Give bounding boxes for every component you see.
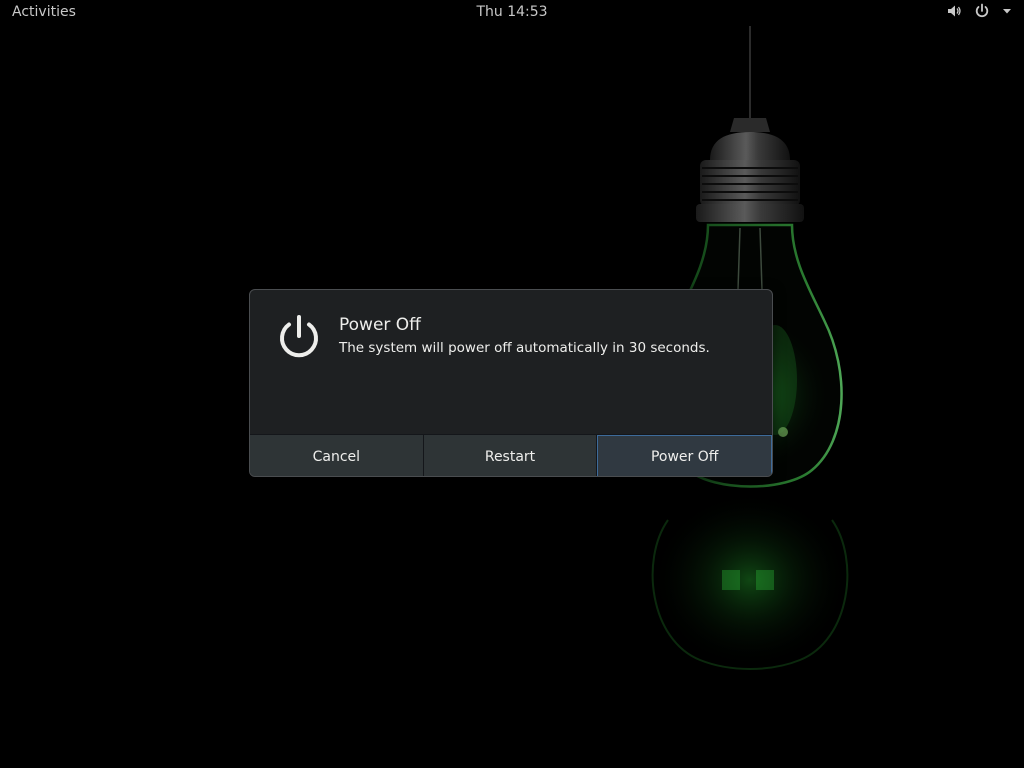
- cancel-button[interactable]: Cancel: [250, 435, 424, 476]
- system-tray[interactable]: [946, 3, 1012, 19]
- top-bar: Activities Thu 14:53: [0, 0, 1024, 26]
- power-off-button[interactable]: Power Off: [597, 435, 772, 476]
- desktop-screen: Activities Thu 14:53 Power Off The syste…: [0, 0, 1024, 768]
- power-off-dialog: Power Off The system will power off auto…: [249, 289, 773, 477]
- volume-icon[interactable]: [946, 3, 962, 19]
- power-icon: [276, 314, 322, 360]
- restart-button[interactable]: Restart: [423, 435, 598, 476]
- dialog-button-bar: Cancel Restart Power Off: [250, 434, 772, 476]
- dialog-title: Power Off: [339, 315, 421, 335]
- chevron-down-icon[interactable]: [1002, 6, 1012, 16]
- clock-area: Thu 14:53: [0, 4, 1024, 20]
- power-icon[interactable]: [974, 3, 990, 19]
- dialog-body: Power Off The system will power off auto…: [250, 290, 772, 434]
- clock[interactable]: Thu 14:53: [476, 4, 547, 20]
- dialog-message: The system will power off automatically …: [339, 340, 710, 356]
